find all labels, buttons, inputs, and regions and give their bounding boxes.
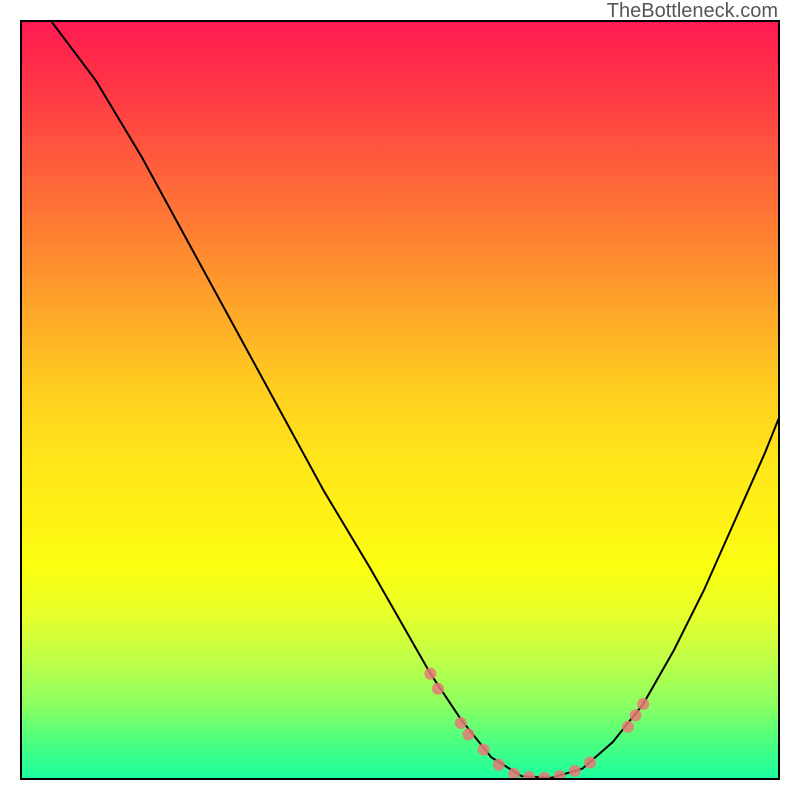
- plot-gradient-background: [20, 20, 780, 780]
- attribution-label: TheBottleneck.com: [607, 0, 778, 23]
- chart-container: TheBottleneck.com: [0, 0, 800, 800]
